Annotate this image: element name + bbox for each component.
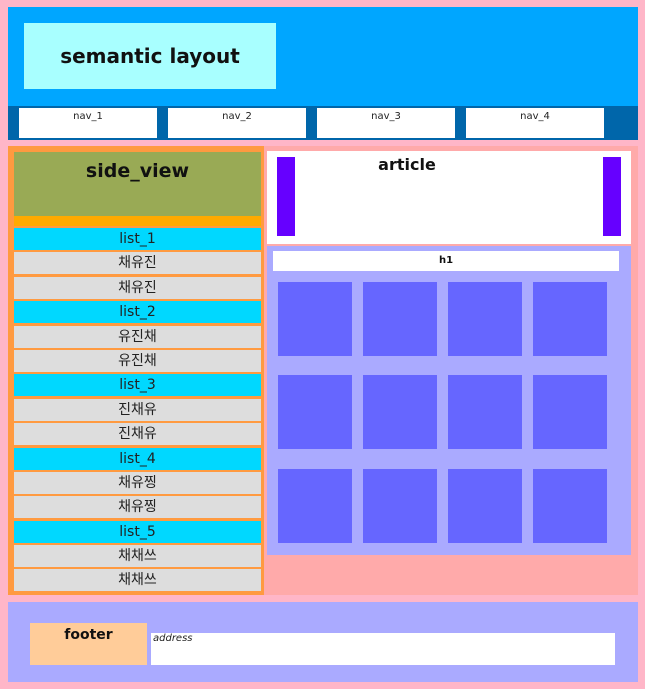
list-item[interactable]: 채유진: [14, 252, 261, 275]
footer: footer address: [8, 602, 638, 682]
grid-tile: [448, 469, 522, 543]
side-view-title: side_view: [14, 152, 261, 216]
section-heading: h1: [273, 251, 619, 271]
nav-bar: nav_1 nav_2 nav_3 nav_4: [8, 106, 638, 140]
list-item[interactable]: 채채쓰: [14, 569, 261, 592]
grid-tile: [278, 375, 352, 449]
list-category[interactable]: list_1: [14, 228, 261, 250]
list-category[interactable]: list_4: [14, 447, 261, 470]
main-content: article h1: [264, 146, 638, 595]
nav-item-4[interactable]: nav_4: [466, 108, 604, 138]
grid-tile: [363, 375, 437, 449]
list-category[interactable]: list_5: [14, 520, 261, 543]
list-item[interactable]: 진채유: [14, 398, 261, 421]
grid-tile: [533, 282, 607, 356]
page-title: semantic layout: [24, 23, 276, 89]
list-category[interactable]: list_2: [14, 301, 261, 324]
list-category[interactable]: list_3: [14, 374, 261, 397]
article: article: [267, 151, 631, 244]
side-list: list_1 채유진 채유진 list_2 유진채 유진채 list_3 진채유 진채유 list…: [14, 228, 261, 594]
nav-item-1[interactable]: nav_1: [19, 108, 157, 138]
list-item[interactable]: 채유진: [14, 276, 261, 299]
footer-label: footer: [30, 623, 147, 665]
grid-tile: [278, 282, 352, 356]
nav-item-2[interactable]: nav_2: [168, 108, 306, 138]
list-item[interactable]: 유진채: [14, 325, 261, 348]
grid-tile: [448, 375, 522, 449]
list-item[interactable]: 진채유: [14, 423, 261, 446]
side-view: side_view list_1 채유진 채유진 list_2 유진채 유진채 list_3…: [8, 146, 268, 595]
list-item[interactable]: 채유찡: [14, 471, 261, 494]
grid-tile: [278, 469, 352, 543]
grid-tile: [363, 469, 437, 543]
address: address: [151, 633, 615, 665]
list-item[interactable]: 유진채: [14, 349, 261, 372]
section: h1: [267, 246, 631, 555]
list-item[interactable]: 채채쓰: [14, 545, 261, 568]
grid-tile: [533, 469, 607, 543]
header: semantic layout nav_1 nav_2 nav_3 nav_4: [8, 7, 638, 140]
grid-tile: [533, 375, 607, 449]
grid-tile: [448, 282, 522, 356]
grid-tile: [363, 282, 437, 356]
article-right-bar: [603, 157, 621, 236]
list-item[interactable]: 채유찡: [14, 496, 261, 519]
nav-item-3[interactable]: nav_3: [317, 108, 455, 138]
side-divider: [14, 216, 261, 226]
article-title: article: [378, 155, 436, 174]
